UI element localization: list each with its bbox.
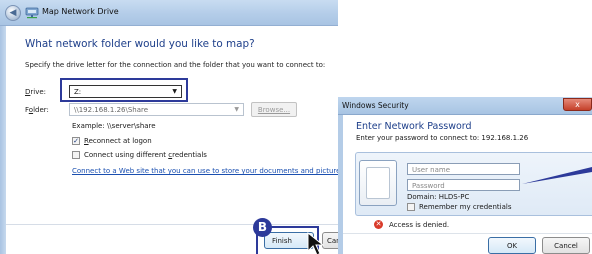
folder-label: Folder: (25, 106, 49, 114)
checkmark-icon: ✓ (73, 136, 79, 145)
folder-path-input[interactable]: \\192.168.1.26\Share ▼ (69, 103, 244, 116)
close-icon[interactable]: x (563, 98, 592, 111)
browse-button[interactable]: Browse... (251, 102, 297, 117)
back-arrow-icon[interactable]: ◀ (5, 5, 21, 21)
security-cancel-button[interactable]: Cancel (542, 237, 590, 254)
error-text: Access is denied. (389, 220, 450, 229)
instruction-text: Specify the drive letter for the connect… (25, 61, 326, 69)
dropdown-arrow-icon: ▼ (234, 106, 239, 113)
error-message: ✕ Access is denied. (374, 220, 449, 229)
error-icon: ✕ (374, 220, 383, 229)
page-heading: What network folder would you like to ma… (25, 38, 255, 50)
security-title: Windows Security (342, 101, 409, 110)
remember-credentials-option[interactable]: Remember my credentials (407, 203, 511, 211)
reconnect-option[interactable]: ✓ Reconnect at logon (72, 137, 152, 145)
step-marker-badge: B (253, 218, 272, 237)
drive-label: Drive: (25, 88, 47, 96)
security-subtitle: Enter your password to connect to: 192.1… (356, 134, 529, 142)
remember-credentials-label: Remember my credentials (419, 203, 512, 211)
security-footer-divider (343, 233, 592, 234)
reconnect-checkbox[interactable]: ✓ (72, 137, 80, 145)
mouse-cursor-icon (307, 232, 325, 254)
drive-callout-box (60, 78, 188, 102)
screenshot-root: ◀ Map Network Drive What network folder … (0, 0, 592, 254)
domain-text: Domain: HLDS-PC (407, 193, 470, 201)
example-text: Example: \\server\share (72, 122, 156, 130)
user-tile-frame (366, 167, 390, 199)
ok-button[interactable]: OK (488, 237, 536, 254)
reconnect-label: Reconnect at logon (84, 137, 152, 145)
footer-divider (6, 224, 338, 225)
different-credentials-label: Connect using different credentials (84, 151, 207, 159)
security-heading: Enter Network Password (356, 121, 472, 132)
map-drive-title: Map Network Drive (42, 7, 119, 16)
remember-credentials-checkbox[interactable] (407, 203, 415, 211)
security-titlebar: Windows Security x (338, 97, 592, 115)
folder-path-value: \\192.168.1.26\Share (74, 106, 149, 114)
different-credentials-option[interactable]: Connect using different credentials (72, 151, 207, 159)
map-drive-titlebar: ◀ Map Network Drive (0, 0, 338, 26)
different-credentials-checkbox[interactable] (72, 151, 80, 159)
password-input[interactable]: Password (407, 179, 520, 191)
username-input[interactable]: User name (407, 163, 520, 175)
web-site-link[interactable]: Connect to a Web site that you can use t… (72, 167, 346, 175)
network-drive-icon (25, 7, 39, 19)
